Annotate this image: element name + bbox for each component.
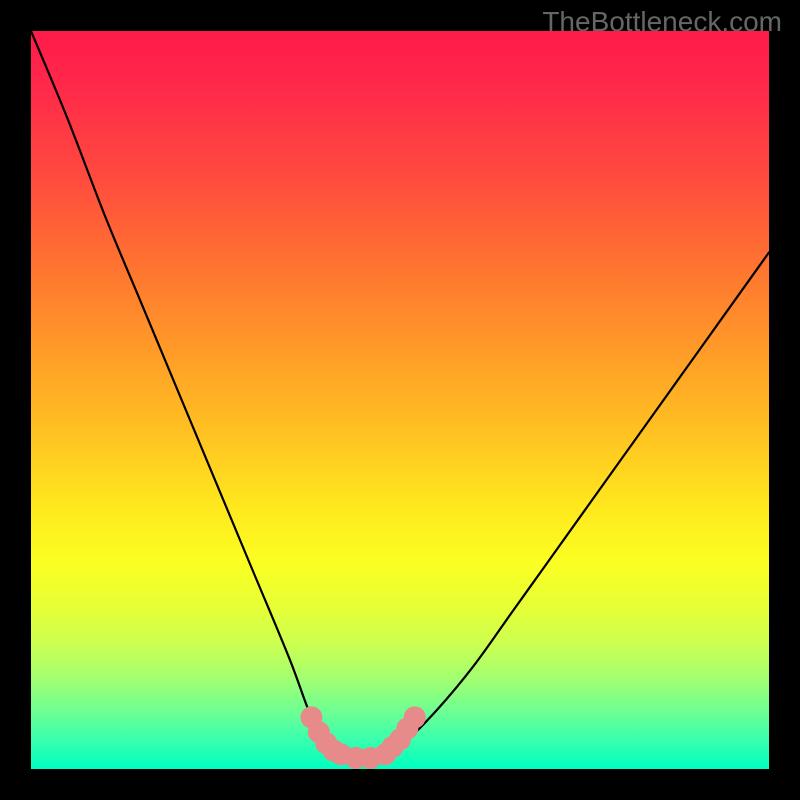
watermark-label: TheBottleneck.com <box>542 6 782 38</box>
chart-plot-area <box>31 31 769 769</box>
marker-dot <box>404 706 426 728</box>
optimal-zone-markers <box>31 31 769 769</box>
